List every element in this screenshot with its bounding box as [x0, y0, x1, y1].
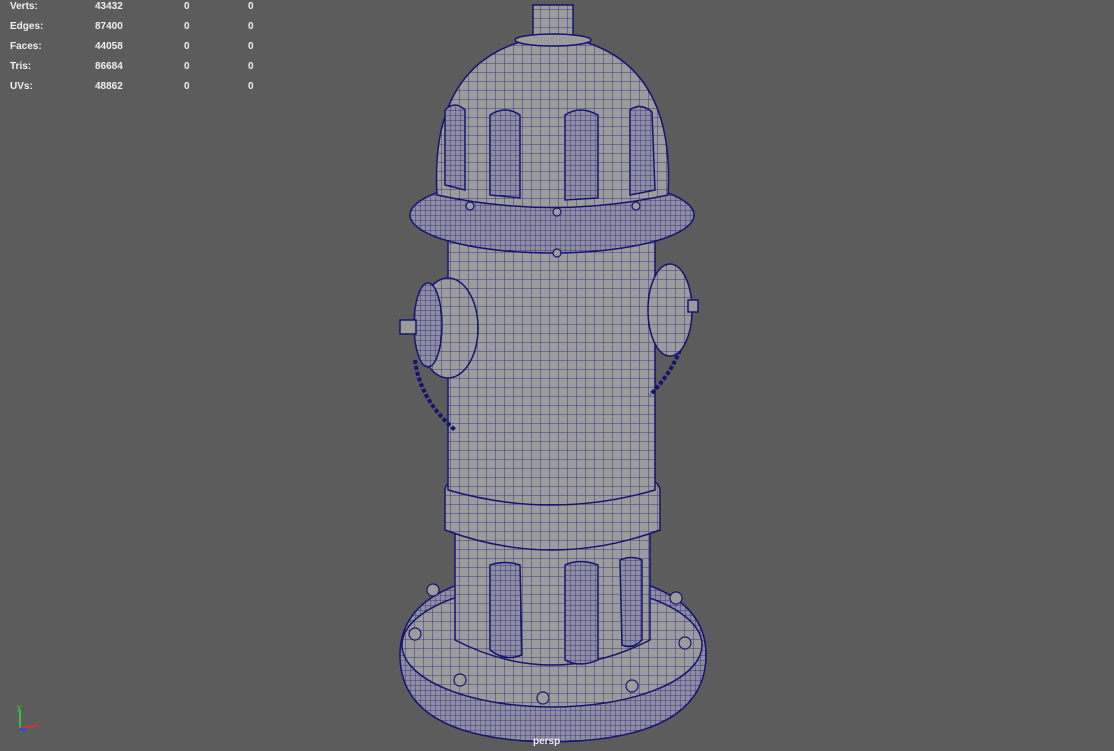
hud-value: 0: [248, 21, 254, 32]
camera-label: persp: [533, 736, 561, 747]
hud-row-edges: Edges: 87400 0 0: [10, 20, 270, 40]
hud-label: Tris:: [10, 61, 32, 72]
viewport-3d[interactable]: [0, 0, 1114, 751]
hud-value: 43432: [95, 1, 123, 12]
fire-hydrant-mesh[interactable]: [399, 4, 707, 743]
hud-label: Verts:: [10, 1, 38, 12]
hud-value: 44058: [95, 41, 123, 52]
hud-value: 0: [184, 61, 190, 72]
hud-value: 0: [184, 21, 190, 32]
hud-value: 0: [184, 41, 190, 52]
hud-row-uvs: UVs: 48862 0 0: [10, 80, 270, 100]
axis-y-label: y: [17, 703, 21, 712]
hud-value: 0: [248, 1, 254, 12]
hud-value: 0: [248, 41, 254, 52]
poly-count-hud: Verts: 43432 0 0 Edges: 87400 0 0 Faces: 44058 0…: [10, 0, 270, 100]
right-nozzle: [647, 263, 693, 357]
hud-value: 0: [248, 81, 254, 92]
axis-x-label: x: [35, 719, 39, 728]
hud-value: 48862: [95, 81, 123, 92]
main-body: [447, 239, 656, 506]
hud-row-tris: Tris: 86684 0 0: [10, 60, 270, 80]
hud-value: 87400: [95, 21, 123, 32]
hud-value: 0: [184, 1, 190, 12]
top-nut: [532, 4, 574, 38]
axis-gizmo-icon: y x z: [17, 703, 39, 734]
hud-row-faces: Faces: 44058 0 0: [10, 40, 270, 60]
axis-z-label: z: [24, 729, 27, 734]
hud-value: 0: [248, 61, 254, 72]
hud-value: 86684: [95, 61, 123, 72]
hud-label: Edges:: [10, 21, 44, 32]
hud-value: 0: [184, 81, 190, 92]
hud-label: Faces:: [10, 41, 42, 52]
hud-row-verts: Verts: 43432 0 0: [10, 0, 270, 20]
hud-label: UVs:: [10, 81, 33, 92]
